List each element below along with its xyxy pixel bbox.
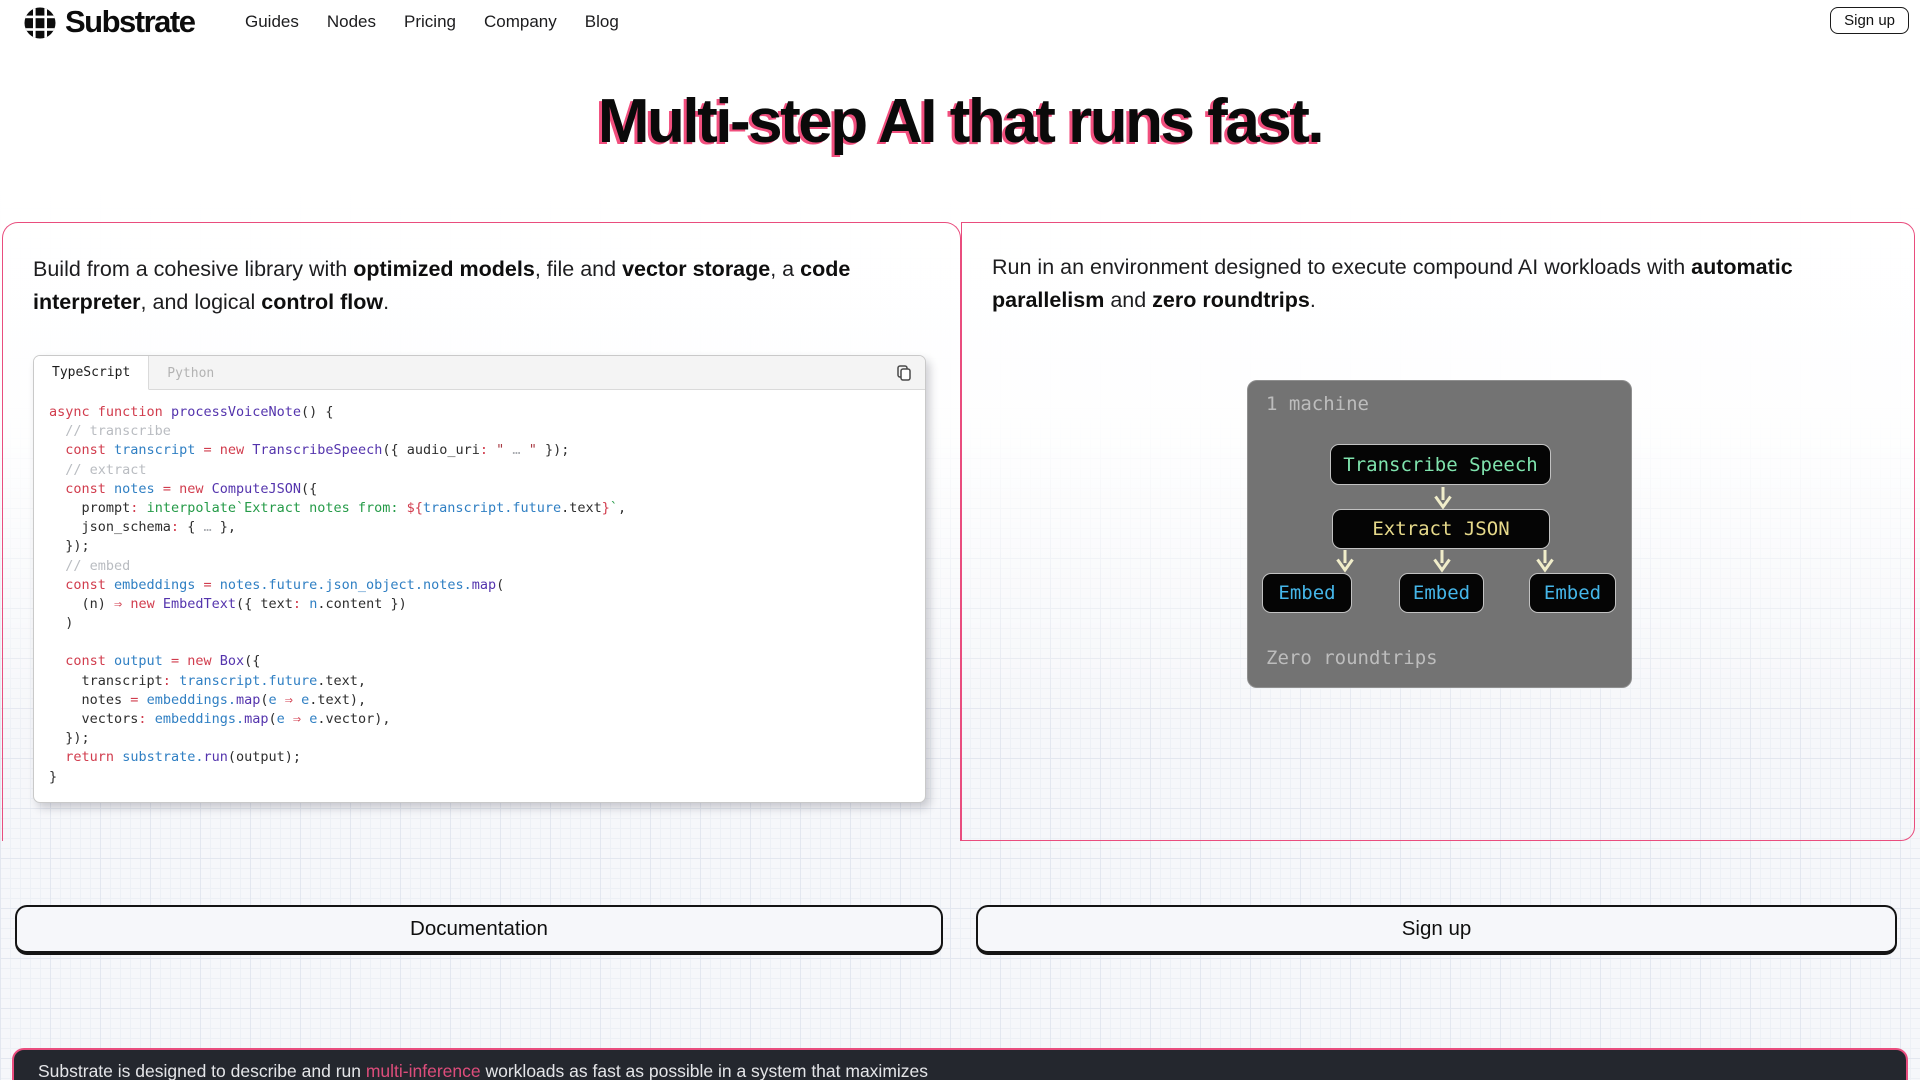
code-line: });: [49, 730, 90, 747]
multi-inference-link[interactable]: multi-inference: [366, 1061, 481, 1080]
code-line: notes = embeddings.map(e ⇒ e.text),: [49, 691, 367, 708]
nav-signup-button[interactable]: Sign up: [1830, 7, 1909, 34]
nav-link[interactable]: Pricing: [404, 12, 456, 32]
signup-button[interactable]: Sign up: [976, 905, 1897, 955]
machine-label: 1 machine: [1266, 393, 1369, 415]
code-line: const output = new Box({: [65, 653, 261, 670]
code-line: return substrate.run(output);: [65, 749, 302, 766]
hero-title: Multi-step AI that runs fast.: [597, 87, 1325, 156]
arrow-down-icon: [1336, 549, 1354, 574]
node-extract-json: Extract JSON: [1332, 509, 1550, 549]
nav-link[interactable]: Guides: [245, 12, 299, 32]
nav-link[interactable]: Company: [484, 12, 557, 32]
nav-links: Guides Nodes Pricing Company Blog: [245, 0, 619, 44]
code-panel: TypeScript Python async function process…: [33, 355, 926, 803]
build-intro-text: Build from a cohesive library with optim…: [33, 257, 851, 314]
node-embed: Embed: [1399, 573, 1484, 613]
footer-note-text: Substrate is designed to describe and ru…: [38, 1061, 929, 1080]
code-line: // embed: [65, 557, 131, 574]
arrow-down-icon: [1434, 486, 1452, 511]
code-line: prompt: interpolate`Extract notes from: …: [49, 499, 627, 516]
code-tabbar: TypeScript Python: [34, 356, 925, 390]
code-line: const embeddings = notes.future.json_obj…: [65, 576, 505, 593]
top-nav: Substrate Guides Nodes Pricing Company Blog …: [0, 0, 1920, 46]
tab-typescript[interactable]: TypeScript: [34, 356, 150, 390]
code-line: (n) ⇒ new EmbedText({ text: n.content }): [49, 595, 407, 612]
code-line: // transcribe: [65, 423, 171, 440]
code-line: const notes = new ComputeJSON({: [65, 480, 318, 497]
tab-python[interactable]: Python: [149, 356, 232, 390]
substrate-logo-icon: [22, 4, 58, 40]
roundtrips-label: Zero roundtrips: [1266, 647, 1438, 669]
code-line: json_schema: { … },: [49, 519, 236, 536]
nav-link[interactable]: Nodes: [327, 12, 376, 32]
brand-name: Substrate: [65, 4, 196, 39]
node-embed: Embed: [1529, 573, 1616, 613]
code-line: vectors: embeddings.map(e ⇒ e.vector),: [49, 711, 391, 727]
copy-icon[interactable]: [892, 361, 916, 385]
page: Substrate Guides Nodes Pricing Company Blog …: [0, 0, 1920, 1080]
code-line: ): [49, 615, 74, 632]
code-line: async function processVoiceNote() {: [49, 404, 334, 420]
nav-link[interactable]: Blog: [585, 12, 619, 32]
footer-note: Substrate is designed to describe and ru…: [12, 1048, 1908, 1080]
run-intro-text: Run in an environment designed to execut…: [992, 255, 1793, 312]
code-line: });: [49, 538, 90, 555]
node-embed: Embed: [1262, 573, 1352, 613]
code-line: const transcript = new TranscribeSpeech(…: [65, 442, 570, 459]
arrow-down-icon: [1536, 549, 1554, 574]
code-line: // extract: [65, 461, 147, 478]
node-transcribe-speech: Transcribe Speech: [1330, 444, 1551, 485]
execution-diagram: 1 machine Transcribe Speech Extract JSON…: [1247, 380, 1632, 688]
arrow-down-icon: [1433, 549, 1451, 574]
documentation-button[interactable]: Documentation: [15, 905, 943, 955]
code-line: }: [49, 768, 58, 785]
brand-logo[interactable]: Substrate: [22, 4, 196, 40]
code-content: async function processVoiceNote() { // t…: [34, 390, 925, 787]
code-line: transcript: transcript.future.text,: [49, 672, 367, 689]
